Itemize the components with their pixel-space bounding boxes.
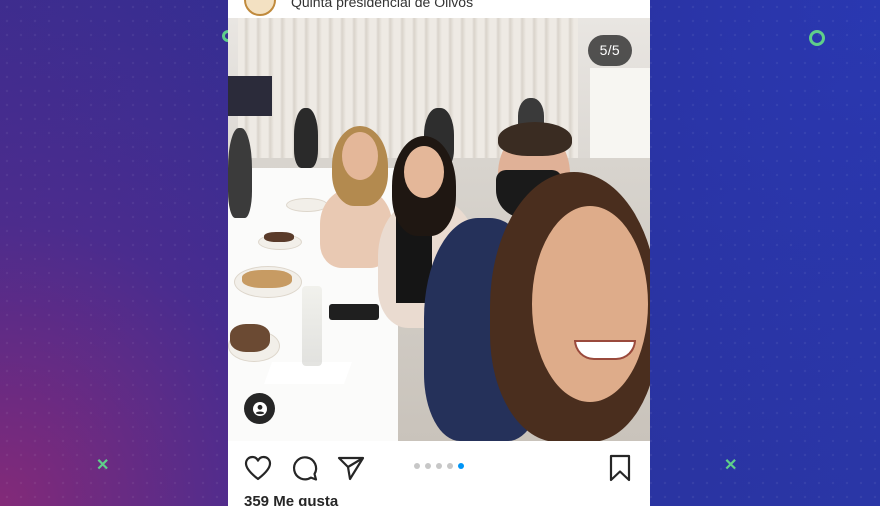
share-button[interactable]: [336, 453, 366, 483]
photo-hair: [498, 122, 572, 156]
photo-food: [242, 270, 292, 288]
photo-face: [342, 132, 378, 180]
user-tag-icon: [252, 401, 267, 416]
avatar[interactable]: [244, 0, 276, 16]
post-action-bar: [228, 441, 650, 491]
carousel-dot: [425, 463, 431, 469]
save-button[interactable]: [605, 453, 635, 483]
photo-glass: [302, 286, 322, 366]
like-button[interactable]: [243, 453, 273, 483]
carousel-indicator: [414, 463, 464, 469]
bookmark-icon: [609, 454, 631, 482]
post-header: Quinta presidencial de Olivos: [228, 0, 650, 18]
photo-face: [404, 146, 444, 198]
photo-person: [228, 128, 252, 218]
heart-icon: [244, 455, 272, 481]
photo-face: [532, 206, 648, 402]
carousel-dot: [436, 463, 442, 469]
carousel-dot-active: [458, 463, 464, 469]
decorative-cross: ✕: [96, 457, 110, 474]
user-tag-button[interactable]: [244, 393, 275, 424]
photo-food: [230, 324, 270, 352]
decorative-ring: [809, 30, 825, 46]
photo-food: [264, 232, 294, 242]
paper-plane-icon: [337, 456, 365, 481]
carousel-dot: [447, 463, 453, 469]
post-photo[interactable]: 5/5: [228, 18, 650, 441]
post-location[interactable]: Quinta presidencial de Olivos: [291, 0, 473, 10]
likes-count[interactable]: 359 Me gusta: [244, 493, 338, 506]
decorative-cross: ✕: [724, 457, 738, 474]
carousel-counter: 5/5: [587, 35, 632, 66]
comment-bubble-icon: [292, 456, 318, 481]
photo-screen: [228, 76, 272, 116]
comment-button[interactable]: [290, 453, 320, 483]
carousel-dot: [414, 463, 420, 469]
photo-person: [294, 108, 318, 168]
instagram-post: Quinta presidencial de Olivos 5/5 359 Me…: [228, 0, 650, 506]
photo-phone: [329, 304, 379, 320]
